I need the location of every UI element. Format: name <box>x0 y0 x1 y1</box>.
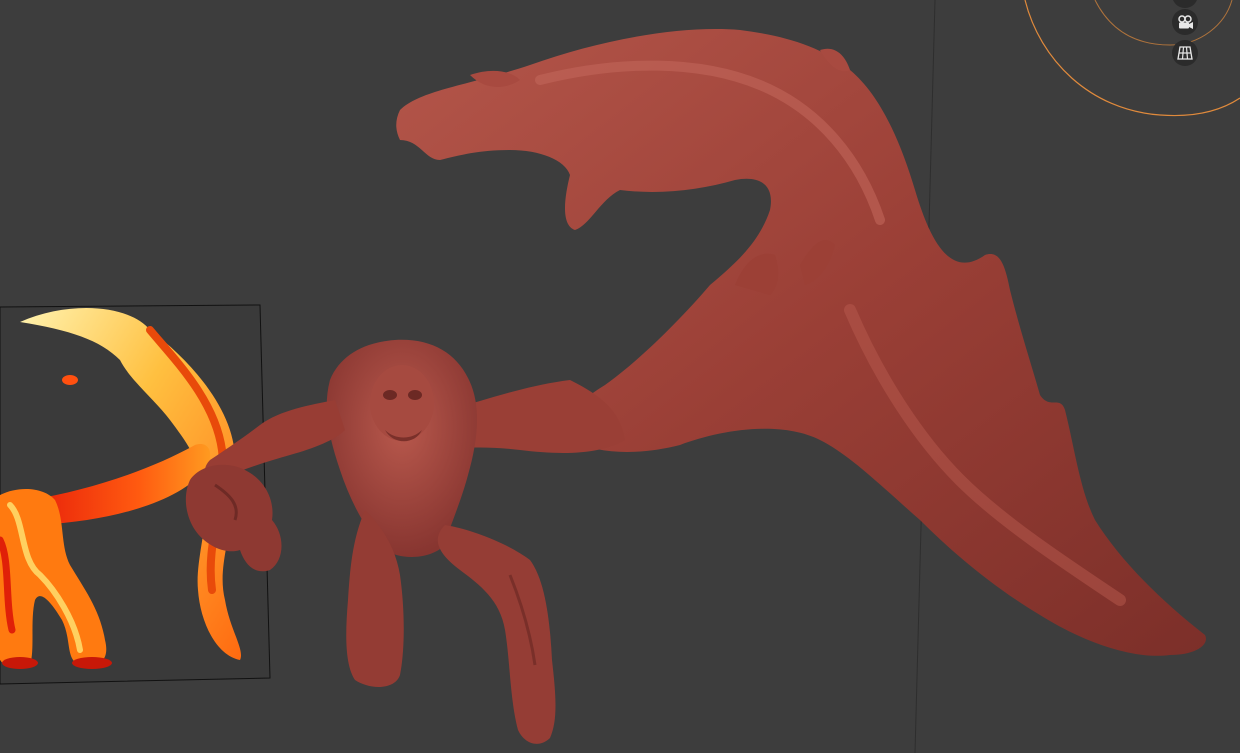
3d-viewport[interactable] <box>0 0 1240 753</box>
reference-figure-foot <box>72 657 112 669</box>
mesh-right-leg <box>437 525 556 744</box>
camera-view-button[interactable] <box>1172 9 1198 35</box>
mesh-face <box>370 365 434 441</box>
viewport-scene[interactable] <box>0 0 1240 753</box>
reference-flame-drop <box>62 375 78 385</box>
mesh-eye-left <box>383 390 397 400</box>
gizmo-outer-ring <box>1024 0 1240 117</box>
camera-icon <box>1178 15 1193 29</box>
sculpt-mesh[interactable] <box>185 29 1206 744</box>
gizmo-inner-ring <box>1094 0 1233 46</box>
mesh-eye-right <box>408 390 422 400</box>
reference-figure-foot-left <box>2 657 38 669</box>
navigation-gizmo[interactable] <box>1024 0 1240 117</box>
perspective-grid-button[interactable] <box>1172 40 1198 66</box>
grid-icon <box>1177 46 1193 60</box>
gizmo-partial-icon <box>1176 0 1194 4</box>
